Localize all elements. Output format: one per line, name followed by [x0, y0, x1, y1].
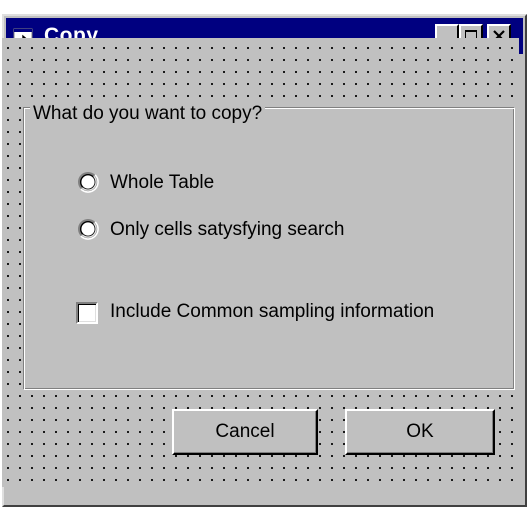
radio-icon — [78, 219, 99, 240]
whole-table-label[interactable]: Whole Table — [110, 171, 214, 195]
ok-button[interactable]: OK — [345, 409, 495, 455]
only-cells-label[interactable]: Only cells satysfying search — [110, 218, 344, 242]
include-common-sampling-label[interactable]: Include Common sampling information — [110, 300, 434, 324]
include-common-sampling-checkbox[interactable] — [76, 302, 98, 324]
copy-options-frame — [23, 107, 515, 390]
only-cells-radio[interactable] — [77, 218, 99, 240]
whole-table-radio[interactable] — [77, 171, 99, 193]
radio-icon — [78, 172, 99, 193]
frame-caption: What do you want to copy? — [30, 102, 266, 126]
cancel-button[interactable]: Cancel — [172, 409, 318, 455]
